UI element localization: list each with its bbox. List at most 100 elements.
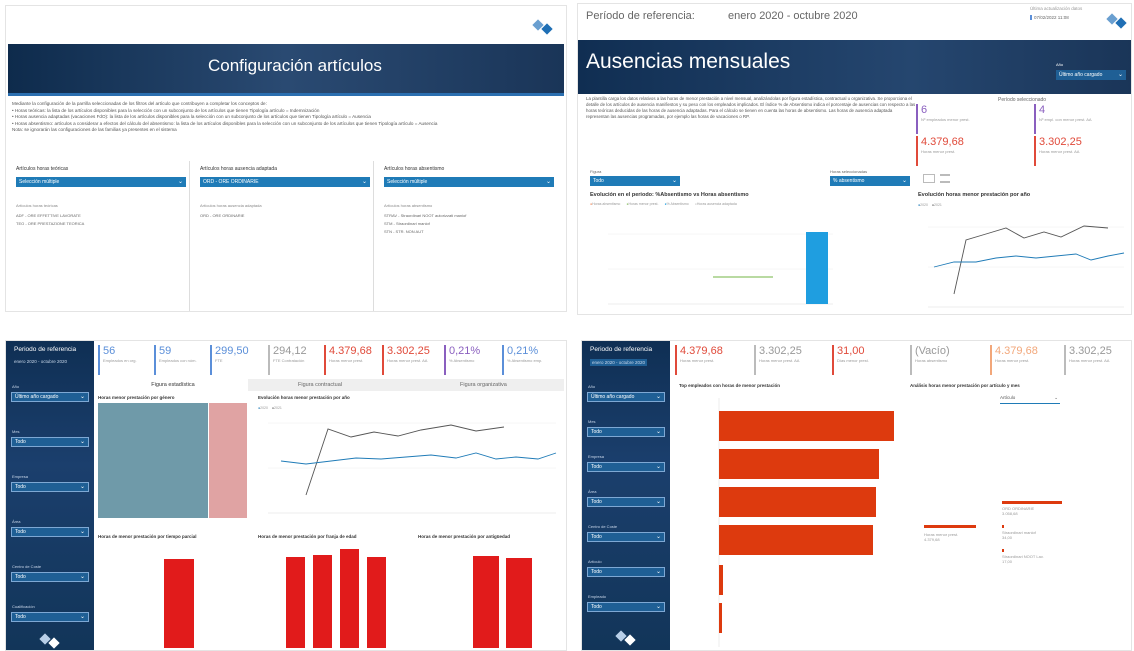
config-articulos-page: Configuración artículos Mediante la conf… [5,5,567,312]
description-text: Mediante la configuración de la parrilla… [12,101,438,132]
hours-by-year-chart [268,422,557,514]
kpi-card: 3.302,25 Horas menor prest. AA [382,345,430,375]
legend-item: ●2020 [258,406,268,410]
config-column-teoricas: Artículos horas teóricas Selección múlti… [14,161,190,311]
list-item: STM - Straordinari maniof [384,221,430,226]
month-dropdown[interactable]: Todo ⌄ [587,427,665,437]
list-item: TEO - ORE PRESTAZIONE TEORICA [16,221,85,226]
table-icon[interactable] [940,174,950,183]
articulos-absentismo-dropdown[interactable]: Selección múltiple ⌄ [384,177,554,187]
title-banner: Configuración artículos [8,44,564,96]
legend-item: ●Horas menor prest. [626,202,659,206]
tab-figura-contractual[interactable]: Figura contractual [298,379,342,391]
year-dropdown[interactable]: Último año cargado ⌄ [1056,70,1126,80]
hours-by-year-chart [928,225,1125,308]
chevron-down-icon: ⌄ [655,499,661,505]
chevron-down-icon: ⌄ [79,394,85,400]
legend-item: ●Horas absentismo [590,202,621,206]
list-item: STRAV - Straordinari NOOT autorizzati ma… [384,213,467,218]
cost-center-dropdown[interactable]: Todo ⌄ [11,572,89,582]
chevron-down-icon: ⌄ [671,178,677,184]
chevron-down-icon: ⌄ [655,464,661,470]
company-dropdown[interactable]: Todo ⌄ [11,482,89,492]
chevron-down-icon: ⌄ [1117,72,1123,78]
update-label: Última actualización datos [1030,6,1083,11]
tree-node-bar [1002,549,1004,552]
bar [719,525,873,555]
bar [719,603,722,633]
legend-item: ●2020 [918,203,928,207]
chart-title: Evolución horas menor prestación por año [258,395,350,400]
filter-label: Centro de Coste [12,564,42,569]
qualification-dropdown[interactable]: Todo ⌄ [11,612,89,622]
tree-root-value: 4.379,68 [924,537,940,542]
chart-title: Análisis horas menor prestación por artí… [910,383,1020,388]
gender-treemap [98,403,247,518]
kpi-card: 59 Empleados con nóm. [154,345,197,375]
bar [719,565,723,595]
area-dropdown[interactable]: Todo ⌄ [11,527,89,537]
series-2020-line [280,452,557,465]
list-item: ORD - ORE ORDINARIE [200,213,245,218]
chart-title: Horas de menor prestación por antigüedad [418,534,511,539]
legend-item: ●2021 [931,203,942,207]
filter-label: Empresa [588,454,605,459]
kpi-card: (Vacío) Horas absentismo [910,345,950,375]
hours-dropdown[interactable]: % absentismo ⌄ [830,176,910,186]
month-dropdown[interactable]: Todo ⌄ [11,437,89,447]
top-employees-bar-chart [718,398,894,647]
kpi-card: 0,21%% Absentismo [444,345,480,375]
cost-center-dropdown[interactable]: Todo ⌄ [587,532,665,542]
tree-root-bar [924,525,976,528]
filter-label: Centro de Coste [588,524,618,529]
company-dropdown[interactable]: Todo ⌄ [587,462,665,472]
year-dropdown[interactable]: Último año cargado ⌄ [11,392,89,402]
kpi-horas: 4.379,68 Horas menor prest. [916,136,964,166]
page-title: Ausencias mensuales [586,50,791,73]
chevron-down-icon: ⌄ [79,484,85,490]
employee-dropdown[interactable]: Todo ⌄ [587,602,665,612]
absentismo-bar [806,232,828,304]
filter-label: Año [588,384,596,389]
ref-period-value: enero 2020 - octubre 2020 [728,10,858,22]
description-text: La plantilla carga los datos relativos a… [586,96,916,119]
tab-figura-organizativa[interactable]: Figura organizativa [460,379,507,391]
column-header: Artículos horas teóricas [16,166,69,172]
area-dropdown[interactable]: Todo ⌄ [587,497,665,507]
chevron-down-icon: ⌄ [1054,395,1058,400]
chart-legend: ●2020 ●2021 [258,406,282,410]
kpi-empleados-aa: 4 Nº empl. con menor prest. AA [1034,104,1092,134]
chevron-down-icon: ⌄ [79,614,85,620]
bar [719,411,894,441]
decomposition-dropdown[interactable]: Artículo ⌄ [1000,395,1060,404]
kpi-card: 4.379,68 Horas menor prest. [990,345,1038,375]
article-dropdown[interactable]: Todo ⌄ [587,567,665,577]
bar [473,556,499,648]
articulos-teoricas-dropdown[interactable]: Selección múltiple ⌄ [16,177,186,187]
filter-label: Cualificación [12,604,35,609]
kpi-card: 3.302,25 Horas menor prest. AA [754,345,802,375]
tree-node-value: 17,00 [1002,559,1013,564]
chart-title: Horas de menor prestación por franja de … [258,534,357,539]
articulos-ausencia-dropdown[interactable]: ORD - ORE ORDINARIE ⌄ [200,177,370,187]
tree-node-value: 3.058,68 [1002,511,1018,516]
kpi-card: 0,21%% Absentismo emp. [502,345,542,375]
bar [367,557,386,648]
kpi-card: 31,00 Días menor prest. [832,345,869,375]
chart-type-icon[interactable] [923,174,935,183]
kpi-card: 56 Empleados en org. [98,345,137,375]
chevron-down-icon: ⌄ [655,534,661,540]
company-logo-icon [39,632,61,650]
figure-dropdown[interactable]: Todo ⌄ [590,176,680,186]
kpi-horas-aa: 3.302,25 Horas menor prest. AA [1034,136,1082,166]
figura-estadistica-page: Periodo de referencia enero 2020 - octub… [5,340,567,651]
year-dropdown[interactable]: Último año cargado ⌄ [587,392,665,402]
tab-figura-estadistica[interactable]: Figura estadística [98,379,248,391]
treemap-cell-female [209,403,247,518]
chevron-down-icon: ⌄ [79,439,85,445]
list-header: Artículos horas absentismo [384,203,433,208]
chart-title: Horas de menor prestación por tiempo par… [98,534,197,539]
chevron-down-icon: ⌄ [79,529,85,535]
part-time-bar-chart [164,559,194,648]
chart-legend: ●Horas absentismo ●Horas menor prest. ●%… [590,202,737,206]
